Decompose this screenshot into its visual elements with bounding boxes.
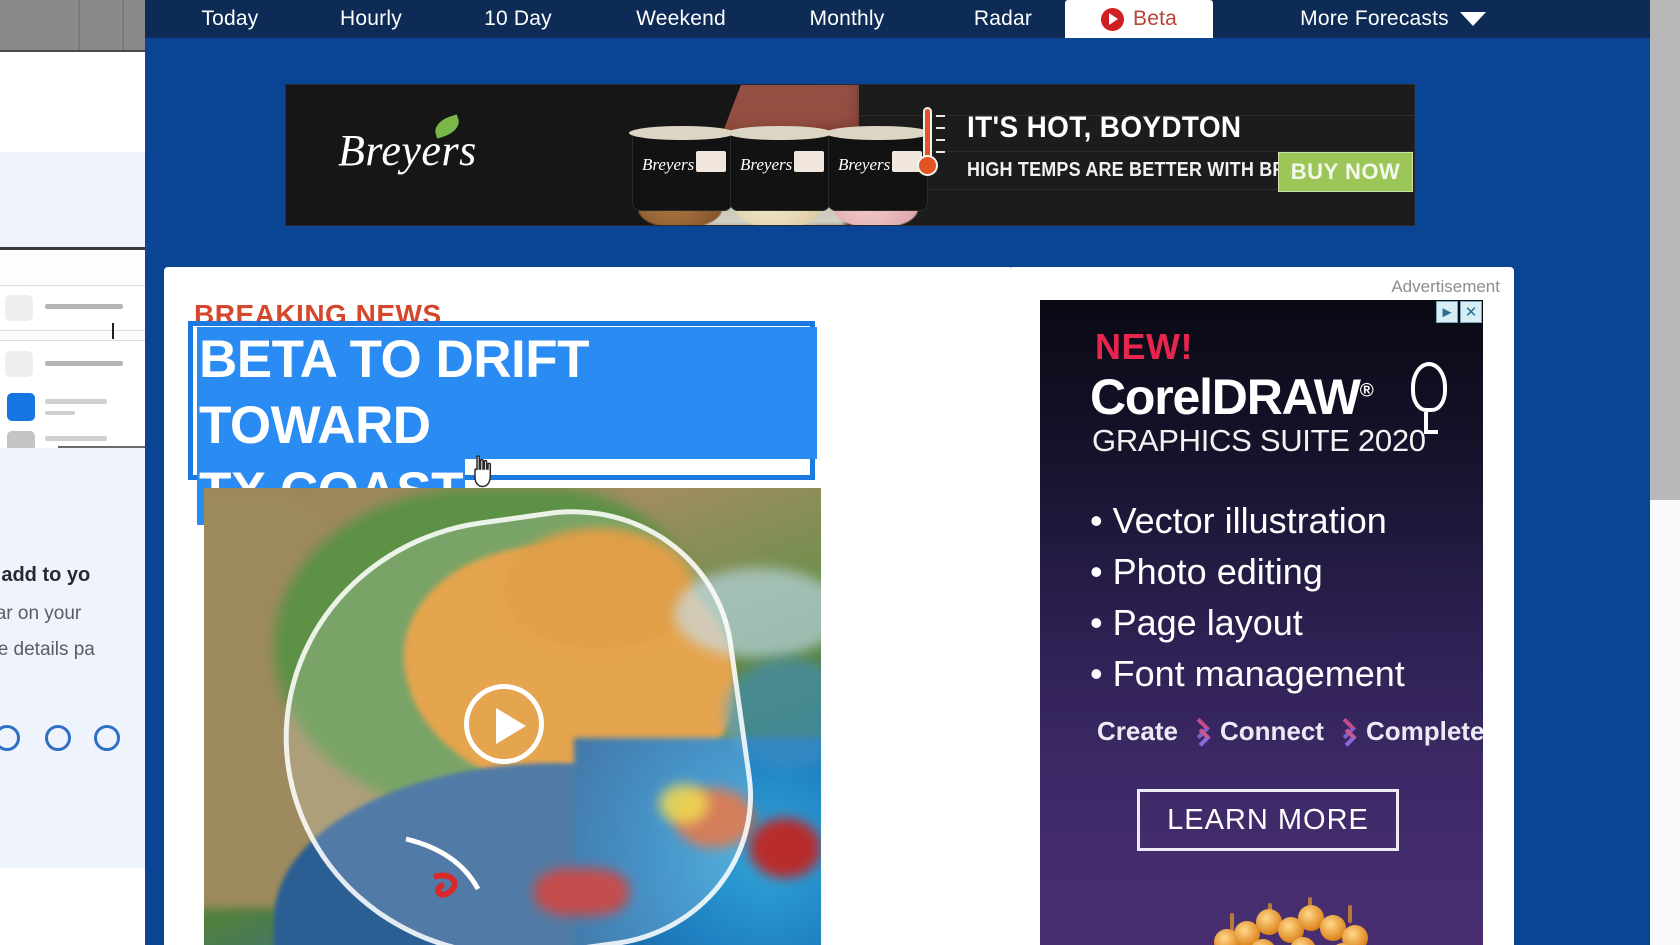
- background-app-footer: [0, 868, 152, 945]
- thermometer-icon: [917, 107, 945, 185]
- breyers-headline: IT'S HOT, BOYDTON: [967, 111, 1242, 144]
- play-icon[interactable]: [464, 684, 544, 764]
- play-circle-icon: [1101, 7, 1124, 31]
- adchoices-close-icon[interactable]: ✕: [1460, 301, 1482, 323]
- ad-tagline: Create Connect Complete: [1097, 716, 1483, 747]
- storm-track-marker: [404, 833, 514, 913]
- ad-tagline-word: Complete: [1365, 716, 1483, 746]
- breyers-tub: Breyers: [727, 126, 833, 211]
- nav-item-10-day[interactable]: 10 Day: [455, 0, 581, 38]
- nav-item-label: Monthly: [809, 7, 885, 30]
- ad-subtitle: GRAPHICS SUITE 2020: [1092, 423, 1426, 458]
- chevron-right-icon: [1190, 719, 1208, 745]
- registered-mark: ®: [1359, 380, 1374, 402]
- nav-item-monthly[interactable]: Monthly: [775, 0, 919, 38]
- nav-item-more-forecasts[interactable]: More Forecasts: [1228, 0, 1558, 38]
- background-app-list-panel: [0, 250, 152, 472]
- adchoices-triangle-icon[interactable]: ►: [1436, 301, 1458, 323]
- nav-item-label: 10 Day: [484, 7, 552, 30]
- page-indicator-dot[interactable]: [0, 725, 20, 751]
- nav-item-label: Beta: [1133, 7, 1177, 30]
- nav-item-hourly[interactable]: Hourly: [308, 0, 434, 38]
- adchoices-controls[interactable]: ► ✕: [1436, 301, 1482, 323]
- chevron-right-icon: [1336, 719, 1354, 745]
- desktop-right-edge: [1650, 0, 1680, 500]
- ad-feature-item: Font management: [1090, 648, 1405, 699]
- ad-feature-item: Page layout: [1090, 597, 1405, 648]
- news-video-thumbnail[interactable]: [204, 488, 821, 945]
- advertisement-label: Advertisement: [1391, 277, 1500, 296]
- decorative-lights: [1190, 887, 1483, 945]
- ad-feature-item: Vector illustration: [1090, 495, 1405, 546]
- ad-tagline-word: Connect: [1219, 716, 1324, 746]
- ad-feature-list: Vector illustration Photo editing Page l…: [1090, 495, 1405, 699]
- weather-page: Today Hourly 10 Day Weekend Monthly Rada…: [145, 0, 1650, 945]
- nav-item-label: Hourly: [340, 7, 402, 30]
- nav-item-label: Weekend: [636, 7, 726, 30]
- primary-nav-bar: Today Hourly 10 Day Weekend Monthly Rada…: [145, 0, 1650, 38]
- breyers-banner-ad[interactable]: Breyers Breyers Breyers Breyers IT'S HOT…: [285, 84, 1415, 226]
- desktop-right-edge-lower: [1650, 500, 1680, 945]
- background-app-window: t and add to yo ppear on your o the deta…: [0, 0, 152, 945]
- background-app-bold-text: t and add to yo: [0, 564, 91, 586]
- background-app-tint-panel-1: [0, 152, 152, 247]
- breyers-tub: Breyers: [825, 126, 931, 211]
- nav-item-beta[interactable]: Beta: [1065, 0, 1213, 38]
- headline-line-1: BETA TO DRIFT TOWARD: [197, 327, 817, 459]
- nav-item-radar[interactable]: Radar: [940, 0, 1066, 38]
- breyers-tub: Breyers: [629, 126, 735, 211]
- nav-item-label: Today: [201, 7, 259, 30]
- breyers-message-panel: IT'S HOT, BOYDTON HIGH TEMPS ARE BETTER …: [859, 85, 1414, 225]
- breyers-wordmark: Breyers: [338, 126, 477, 175]
- nav-item-today[interactable]: Today: [167, 0, 293, 38]
- text-caret: [112, 323, 114, 339]
- ad-feature-item: Photo editing: [1090, 546, 1405, 597]
- list-item: [0, 285, 152, 331]
- background-app-tint-panel-2: t and add to yo ppear on your o the deta…: [0, 448, 152, 868]
- page-indicator-dot[interactable]: [45, 725, 71, 751]
- advertisement-card: Advertisement ► ✕ NEW! CorelDRAW® GRAPHI…: [1009, 267, 1514, 945]
- background-app-body-line-1: ppear on your: [0, 603, 82, 624]
- ad-tagline-word: Create: [1097, 716, 1178, 746]
- ad-brand-name: CorelDRAW®: [1090, 368, 1374, 426]
- ad-learn-more-button[interactable]: LEARN MORE: [1137, 789, 1399, 851]
- background-app-body-line-2: o the details pa: [0, 639, 95, 660]
- chevron-down-icon: [1459, 12, 1486, 26]
- selected-color-swatch: [7, 393, 35, 421]
- background-app-content-top: [0, 52, 152, 152]
- nav-item-label: Radar: [973, 7, 1033, 30]
- ad-new-badge: NEW!: [1095, 326, 1193, 367]
- nav-item-label: More Forecasts: [1300, 7, 1449, 30]
- breaking-news-card: BREAKING NEWS BETA TO DRIFT TOWARD TX CO…: [164, 267, 1013, 945]
- breyers-buy-now-button[interactable]: BUY NOW: [1278, 152, 1413, 192]
- ad-brand-text: CorelDRAW: [1090, 369, 1361, 425]
- page-indicator-dot[interactable]: [94, 725, 120, 751]
- coreldraw-ad[interactable]: ► ✕ NEW! CorelDRAW® GRAPHICS SUITE 2020 …: [1040, 300, 1483, 945]
- background-app-titlebar: [0, 0, 152, 52]
- nav-item-weekend[interactable]: Weekend: [602, 0, 760, 38]
